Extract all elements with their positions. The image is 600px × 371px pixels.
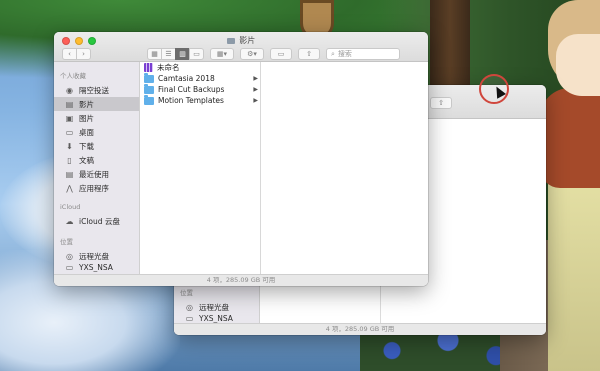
sidebar-item-desktop[interactable]: ▭ 桌面: [54, 125, 139, 139]
sidebar-item-label: iCloud 云盘: [79, 216, 120, 226]
sidebar-item-label: 隔空投送: [79, 85, 109, 95]
file-row-motion-templates[interactable]: Motion Templates ▶: [141, 94, 260, 106]
file-row-camtasia[interactable]: Camtasia 2018 ▶: [141, 72, 260, 84]
file-column: 未命名 Camtasia 2018 ▶ Final Cut Backups ▶ …: [141, 62, 261, 274]
sidebar-item-icloud-drive[interactable]: ☁ iCloud 云盘: [54, 214, 139, 228]
file-name: Final Cut Backups: [158, 85, 225, 94]
folder-icon: [226, 37, 235, 44]
status-bar: 4 项，285.09 GB 可用: [174, 323, 546, 335]
view-mode-control: ▦ ☰ ▥ ▭: [147, 48, 204, 60]
tag-icon: ▭: [277, 50, 285, 58]
drive-icon: ▭: [185, 314, 194, 323]
photo-icon: ▣: [65, 113, 74, 123]
status-bar: 4 项，285.09 GB 可用: [54, 274, 428, 286]
share-button[interactable]: ⇧: [430, 97, 452, 109]
sidebar-item-label: 远程光盘: [199, 302, 229, 312]
sidebar-item-applications[interactable]: ⋀ 应用程序: [54, 181, 139, 195]
file-name: 未命名: [157, 63, 180, 72]
search-icon: ⌕: [331, 49, 335, 58]
gear-icon: ⚙▾: [247, 50, 257, 58]
cloud-icon: ☁: [65, 216, 74, 226]
grid-icon: ▦: [151, 50, 158, 58]
list-view-button[interactable]: ☰: [161, 48, 176, 60]
desktop-icon: ▭: [65, 127, 74, 137]
search-placeholder: 搜索: [337, 50, 352, 58]
file-name: Motion Templates: [158, 96, 224, 105]
finder-window[interactable]: 影片 ‹ › ▦ ☰ ▥ ▭ ▦▾ ⚙▾ ▭ ⇧ ⌕ 搜索 个人收藏 ◉ 隔空投…: [54, 32, 428, 286]
file-name: Camtasia 2018: [158, 74, 215, 83]
sidebar-item-movies[interactable]: ▤ 影片: [54, 97, 139, 111]
forward-button[interactable]: ›: [76, 48, 91, 60]
disclosure-arrow-icon: ▶: [253, 86, 258, 93]
sidebar-item-label: 图片: [79, 113, 94, 123]
sidebar-section-heading: 个人收藏: [60, 72, 86, 80]
folder-icon: [144, 72, 154, 83]
group-icon: ▦▾: [216, 50, 228, 58]
sidebar-item-label: 应用程序: [79, 183, 109, 193]
list-icon: ☰: [165, 50, 172, 58]
chevron-left-icon: ‹: [68, 50, 71, 58]
sidebar-item-remote-disc[interactable]: ◎ 远程光盘: [174, 300, 259, 314]
clock-icon: ▤: [65, 169, 74, 179]
sidebar-section-heading: 位置: [60, 238, 73, 246]
sidebar-section-heading: iCloud: [60, 203, 81, 211]
gallery-icon: ▭: [193, 50, 200, 58]
file-row-final-cut-backups[interactable]: Final Cut Backups ▶: [141, 83, 260, 95]
sidebar-item-documents[interactable]: ▯ 文稿: [54, 153, 139, 167]
window-titlebar[interactable]: 影片 ‹ › ▦ ☰ ▥ ▭ ▦▾ ⚙▾ ▭ ⇧ ⌕ 搜索: [54, 32, 428, 62]
apps-icon: ⋀: [66, 183, 73, 193]
sidebar-item-label: 桌面: [79, 127, 94, 137]
gallery-view-button[interactable]: ▭: [189, 48, 204, 60]
toolbar: ‹ › ▦ ☰ ▥ ▭ ▦▾ ⚙▾ ▭ ⇧ ⌕ 搜索: [62, 47, 420, 61]
nav-buttons: ‹ ›: [62, 48, 91, 60]
back-button[interactable]: ‹: [62, 48, 77, 60]
sidebar-item-label: YXS_NSA: [79, 263, 113, 272]
sidebar-item-label: 远程光盘: [79, 251, 109, 261]
disc-icon: ◎: [186, 302, 193, 312]
wallpaper-character-face: [556, 34, 600, 96]
status-text: 4 项，285.09 GB 可用: [206, 276, 276, 284]
file-row-untitled[interactable]: 未命名: [141, 62, 260, 73]
film-icon: ▤: [65, 99, 74, 109]
disclosure-arrow-icon: ▶: [253, 97, 258, 104]
icon-view-button[interactable]: ▦: [147, 48, 162, 60]
disc-icon: ◎: [66, 251, 73, 261]
share-icon: ⇧: [438, 99, 444, 107]
sidebar-item-label: 影片: [79, 99, 94, 109]
folder-icon: [144, 83, 154, 94]
sidebar-item-recents[interactable]: ▤ 最近使用: [54, 167, 139, 181]
window-title: 影片: [54, 35, 428, 46]
sidebar-item-label: 最近使用: [79, 169, 109, 179]
tags-button[interactable]: ▭: [270, 48, 292, 60]
action-button[interactable]: ⚙▾: [240, 48, 264, 60]
sidebar-item-label: YXS_NSA: [199, 314, 233, 323]
sidebar-item-remote-disc[interactable]: ◎ 远程光盘: [54, 249, 139, 263]
sidebar-item-label: 文稿: [79, 155, 94, 165]
sidebar: 个人收藏 ◉ 隔空投送 ▤ 影片 ▣ 图片 ▭ 桌面 ⬇ 下载 ▯ 文稿 ▤ 最…: [54, 62, 140, 286]
sidebar-item-yxs-nsa[interactable]: ▭ YXS_NSA: [174, 314, 259, 323]
share-icon: ⇧: [306, 50, 312, 58]
folder-icon: [144, 94, 154, 105]
sidebar-item-pictures[interactable]: ▣ 图片: [54, 111, 139, 125]
sidebar-item-downloads[interactable]: ⬇ 下载: [54, 139, 139, 153]
disclosure-arrow-icon: ▶: [253, 75, 258, 82]
column-view-button[interactable]: ▥: [175, 48, 190, 60]
status-text: 4 项，285.09 GB 可用: [325, 325, 395, 333]
airdrop-icon: ◉: [66, 85, 73, 95]
window-title-text: 影片: [239, 36, 256, 45]
wallpaper-character-scarf: [540, 88, 600, 188]
group-button[interactable]: ▦▾: [210, 48, 234, 60]
search-field[interactable]: ⌕ 搜索: [326, 48, 400, 60]
sidebar-item-airdrop[interactable]: ◉ 隔空投送: [54, 83, 139, 97]
drive-icon: ▭: [65, 263, 74, 272]
chevron-right-icon: ›: [82, 50, 85, 58]
sidebar-item-yxs-nsa[interactable]: ▭ YXS_NSA: [54, 263, 139, 272]
purple-grid-icon: [144, 63, 153, 72]
sidebar-item-label: 下载: [79, 141, 94, 151]
share-button[interactable]: ⇧: [298, 48, 320, 60]
columns-icon: ▥: [179, 50, 186, 58]
document-icon: ▯: [67, 155, 72, 165]
download-icon: ⬇: [66, 141, 73, 151]
